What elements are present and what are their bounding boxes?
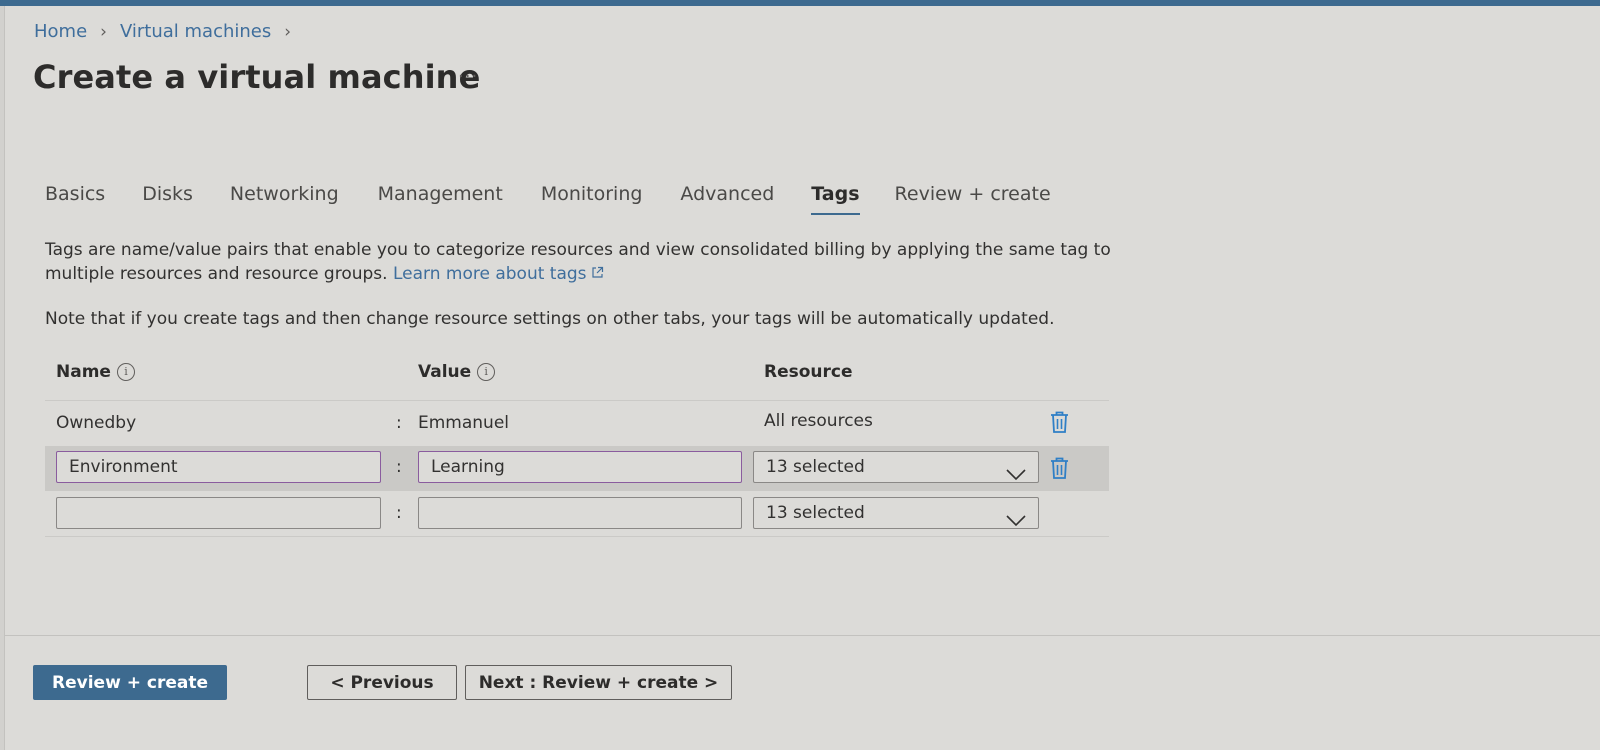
tab-advanced[interactable]: Advanced [680, 183, 774, 215]
learn-more-link-label: Learn more about tags [392, 264, 587, 284]
header-divider [45, 400, 1109, 401]
external-link-icon [591, 262, 604, 286]
tab-review-create[interactable]: Review + create [895, 183, 1051, 215]
new-resource-select[interactable]: 13 selected [753, 497, 1039, 529]
tag-name-input[interactable]: Environment [56, 451, 381, 483]
previous-button[interactable]: < Previous [307, 665, 457, 700]
chevron-right-icon: › [284, 21, 292, 42]
new-tag-name-input[interactable] [56, 497, 381, 529]
table-bottom-divider [45, 536, 1109, 537]
more-options-button[interactable]: ··· [458, 66, 478, 87]
review-create-button[interactable]: Review + create [33, 665, 227, 700]
tab-management[interactable]: Management [378, 183, 503, 215]
trash-icon[interactable] [1049, 456, 1070, 484]
breadcrumb-virtual-machines[interactable]: Virtual machines [120, 21, 271, 42]
column-header-name-label: Name [56, 362, 111, 382]
info-icon[interactable]: i [116, 363, 135, 381]
page-title: Create a virtual machine [33, 58, 481, 96]
tab-networking[interactable]: Networking [230, 183, 339, 215]
column-header-resource-label: Resource [764, 362, 853, 382]
left-edge [0, 6, 5, 750]
column-header-resource: Resource [764, 362, 853, 382]
tag-resource-text: All resources [764, 411, 873, 431]
tab-disks[interactable]: Disks [142, 183, 193, 215]
resource-select-value: 13 selected [766, 503, 865, 523]
info-icon[interactable]: i [477, 363, 496, 381]
tag-separator: : [396, 413, 402, 433]
column-header-value-label: Value [418, 362, 472, 382]
footer-divider [4, 635, 1600, 636]
tab-tags[interactable]: Tags [811, 183, 860, 215]
chevron-down-icon [1006, 461, 1026, 491]
chevron-right-icon: › [100, 21, 107, 42]
column-header-name: Name i [56, 362, 135, 382]
new-tag-value-input[interactable] [418, 497, 742, 529]
breadcrumb: Home › Virtual machines › [34, 21, 304, 42]
tags-description: Tags are name/value pairs that enable yo… [45, 238, 1125, 286]
chevron-down-icon [1006, 507, 1026, 537]
trash-icon[interactable] [1049, 410, 1070, 438]
resource-select-value: 13 selected [766, 457, 865, 477]
portal-top-bar [0, 0, 1600, 6]
resource-select[interactable]: 13 selected [753, 451, 1039, 483]
tag-name-text: Ownedby [56, 413, 137, 433]
tag-separator: : [396, 503, 402, 523]
tags-note: Note that if you create tags and then ch… [45, 309, 1055, 329]
tab-monitoring[interactable]: Monitoring [541, 183, 643, 215]
next-review-create-button[interactable]: Next : Review + create > [465, 665, 732, 700]
tab-bar: Basics Disks Networking Management Monit… [45, 183, 1051, 215]
tag-separator: : [396, 457, 402, 477]
breadcrumb-home[interactable]: Home [34, 21, 87, 42]
learn-more-link[interactable]: Learn more about tags [393, 264, 604, 284]
tag-value-text: Emmanuel [418, 413, 510, 433]
column-header-value: Value i [418, 362, 496, 382]
tag-value-input[interactable]: Learning [418, 451, 742, 483]
tab-basics[interactable]: Basics [45, 183, 105, 215]
